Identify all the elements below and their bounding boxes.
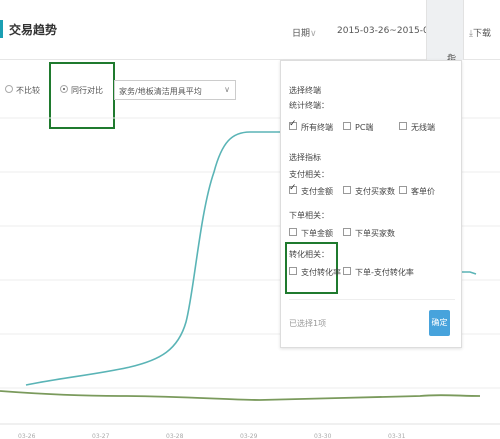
radio-peer-compare[interactable] xyxy=(60,85,68,93)
order-buyers-label: 下单买家数 xyxy=(355,229,395,238)
checkbox-order-pay-conversion[interactable] xyxy=(343,267,351,275)
pay-amount-label: 支付金额 xyxy=(301,187,333,196)
svg-text:03-31: 03-31 xyxy=(388,433,406,439)
tab-metric[interactable]: 指标∧ xyxy=(426,0,464,78)
unit-price-label: 客单价 xyxy=(411,187,435,196)
terminal-section-title: 选择终端 xyxy=(289,86,321,95)
pay-buyers-label: 支付买家数 xyxy=(355,187,395,196)
date-dropdown[interactable]: 日期∨ xyxy=(292,26,317,39)
chevron-down-icon: ∨ xyxy=(310,29,317,39)
checkbox-terminal-pc[interactable] xyxy=(343,122,351,130)
terminal-wireless-label: 无线端 xyxy=(411,123,435,132)
pay-conversion-label: 支付转化率 xyxy=(301,268,341,277)
conversion-related-label: 转化相关： xyxy=(289,250,329,259)
terminal-all-label: 所有终端 xyxy=(301,123,333,132)
confirm-button[interactable]: 确定 xyxy=(429,310,450,336)
checkbox-pay-conversion[interactable] xyxy=(289,267,297,275)
page-title: 交易趋势 xyxy=(9,23,58,37)
radio-no-compare[interactable] xyxy=(5,85,13,93)
svg-text:03-30: 03-30 xyxy=(314,433,332,439)
checkbox-order-amount[interactable] xyxy=(289,228,297,236)
svg-text:03-27: 03-27 xyxy=(92,433,110,439)
header: 交易趋势 日期∨ 2015-03-26~2015-04-01 指标∧ ⤓下载 xyxy=(0,0,500,78)
series-line-green xyxy=(0,390,481,401)
peer-compare-select[interactable]: 家务/地板清洁用具平均 ∨ xyxy=(114,80,236,100)
checkbox-terminal-wireless[interactable] xyxy=(399,122,407,130)
terminal-pc-label: PC端 xyxy=(355,123,374,132)
date-label: 日期 xyxy=(292,29,311,39)
title-accent-bar xyxy=(0,20,3,38)
checkbox-pay-amount[interactable] xyxy=(289,183,297,194)
order-amount-label: 下单金额 xyxy=(301,229,333,238)
peer-compare-label: 同行对比 xyxy=(71,86,103,95)
checkbox-terminal-all[interactable] xyxy=(289,119,297,130)
checkbox-pay-buyers[interactable] xyxy=(343,186,351,194)
order-related-label: 下单相关： xyxy=(289,211,329,220)
svg-text:03-28: 03-28 xyxy=(166,433,184,439)
metric-dropdown-panel: 选择终端 统计终端： 所有终端 PC端 无线端 选择指标 支付相关： 支付金额 … xyxy=(280,60,462,348)
checkbox-unit-price[interactable] xyxy=(399,186,407,194)
checkbox-order-buyers[interactable] xyxy=(343,228,351,236)
x-tick-labels: 03-26 03-27 03-28 03-29 03-30 03-31 xyxy=(18,433,406,439)
order-pay-conversion-label: 下单-支付转化率 xyxy=(355,268,414,277)
stat-terminal-label: 统计终端： xyxy=(289,101,329,110)
panel-divider xyxy=(289,299,455,300)
no-compare-label: 不比较 xyxy=(16,86,40,95)
pay-related-label: 支付相关： xyxy=(289,170,329,179)
peer-select-value: 家务/地板清洁用具平均 xyxy=(119,87,202,96)
metric-section-title: 选择指标 xyxy=(289,153,321,162)
download-label: 下载 xyxy=(472,29,491,39)
selected-count: 已选择1项 xyxy=(289,319,327,328)
svg-text:03-26: 03-26 xyxy=(18,433,36,439)
download-button[interactable]: ⤓下载 xyxy=(469,26,491,39)
chevron-down-icon: ∨ xyxy=(224,85,230,94)
svg-text:03-29: 03-29 xyxy=(240,433,258,439)
